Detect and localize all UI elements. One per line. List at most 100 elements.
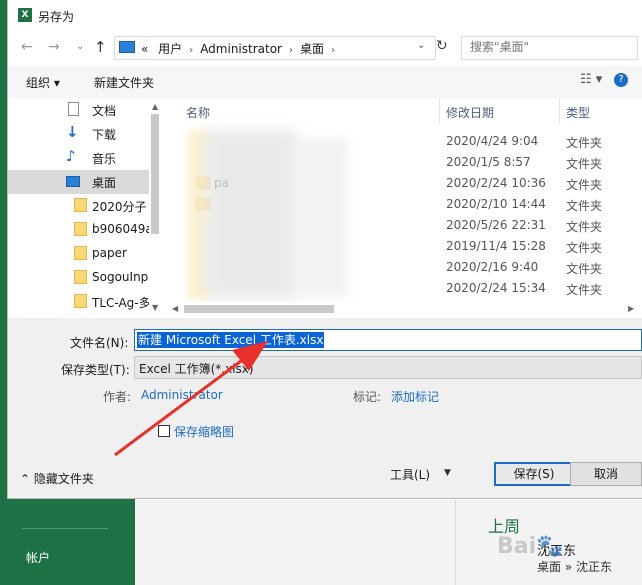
save-thumbnail-checkbox[interactable] xyxy=(158,425,170,437)
nav-item-folder[interactable]: 2020分子 xyxy=(8,194,158,218)
scroll-left-icon[interactable]: ◀ xyxy=(172,304,178,313)
search-input[interactable] xyxy=(462,37,620,57)
nav-item-label: b906049a xyxy=(92,222,153,236)
filetype-value: Excel 工作簿(*.xlsx) xyxy=(139,362,254,376)
blurred-file-names xyxy=(298,138,348,298)
hide-folders-toggle[interactable]: ⌃ 隐藏文件夹 xyxy=(20,470,94,487)
download-icon: ↓ xyxy=(66,123,79,141)
account-link[interactable]: 帐户 xyxy=(26,549,50,566)
refresh-icon[interactable]: ↻ xyxy=(436,38,448,54)
breadcrumb-desktop[interactable]: 桌面 xyxy=(300,42,324,56)
back-arrow-icon[interactable]: ← xyxy=(21,39,33,55)
nav-item-folder[interactable]: b906049a xyxy=(8,218,158,242)
nav-item-music[interactable]: ♪ 音乐 xyxy=(8,146,158,170)
breadcrumb-administrator[interactable]: Administrator xyxy=(200,42,282,56)
folder-icon xyxy=(74,246,87,260)
horizontal-scroll-thumb[interactable] xyxy=(184,305,334,313)
column-divider[interactable] xyxy=(439,98,440,124)
sidebar-divider xyxy=(22,528,108,529)
save-button[interactable]: 保存(S) xyxy=(494,462,574,486)
file-type: 文件夹 xyxy=(566,262,603,276)
file-type: 文件夹 xyxy=(566,136,603,150)
file-date: 2020/2/10 14:44 xyxy=(446,197,546,211)
save-as-dialog: X 另存为 ← → ⌄ ↑ « 用户 › Administrator › 桌面 › ⌄ ↻… xyxy=(8,0,642,498)
column-header-date[interactable]: 修改日期 xyxy=(446,104,494,121)
music-icon: ♪ xyxy=(66,147,76,165)
tools-label: 工具(L) xyxy=(390,468,431,482)
blurred-file-names xyxy=(204,130,298,300)
nav-item-downloads[interactable]: ↓ 下载 xyxy=(8,122,158,146)
document-icon xyxy=(68,102,79,116)
save-thumbnail-label[interactable]: 保存缩略图 xyxy=(174,423,234,440)
filename-field[interactable]: 新建 Microsoft Excel 工作表.xlsx xyxy=(134,329,642,351)
add-tags-link[interactable]: 添加标记 xyxy=(391,388,439,405)
file-date: 2020/4/24 9:04 xyxy=(446,134,539,148)
file-type: 文件夹 xyxy=(566,178,603,192)
nav-scroll-thumb[interactable] xyxy=(151,114,159,234)
scroll-down-icon[interactable]: ▼ xyxy=(152,303,158,312)
title-bar[interactable]: X 另存为 xyxy=(8,0,642,32)
folder-icon xyxy=(74,270,87,284)
nav-item-documents[interactable]: 文档 xyxy=(8,98,158,122)
breadcrumb-overflow[interactable]: « xyxy=(141,42,148,56)
navigation-pane: 文档 ↓ 下载 ♪ 音乐 桌面 2020分子 b906049a paper So… xyxy=(8,98,158,316)
file-type: 文件夹 xyxy=(566,283,603,297)
scroll-right-icon[interactable]: ▶ xyxy=(628,304,634,313)
address-bar[interactable]: « 用户 › Administrator › 桌面 › ⌄ xyxy=(114,36,436,60)
breadcrumb-separator-icon[interactable]: › xyxy=(189,45,193,56)
recent-item-path: 桌面 » 沈正东 xyxy=(537,560,612,574)
desktop-icon xyxy=(66,176,80,187)
forward-arrow-icon[interactable]: → xyxy=(48,39,60,55)
new-folder-button[interactable]: 新建文件夹 xyxy=(94,74,154,91)
horizontal-scrollbar[interactable]: ◀ ▶ xyxy=(168,302,642,316)
nav-item-label: SogouInp xyxy=(92,270,149,284)
recent-locations-chevron-icon[interactable]: ⌄ xyxy=(76,41,84,52)
filetype-label: 保存类型(T): xyxy=(61,363,130,377)
search-box[interactable] xyxy=(461,36,638,60)
file-type: 文件夹 xyxy=(566,157,603,171)
nav-item-desktop[interactable]: 桌面 xyxy=(8,170,158,194)
nav-item-folder[interactable]: paper xyxy=(8,242,158,266)
tools-button[interactable]: 工具(L) ▼ xyxy=(380,462,470,486)
nav-item-label: TLC-Ag-多 xyxy=(92,296,151,310)
address-dropdown-chevron-icon[interactable]: ⌄ xyxy=(417,40,425,51)
column-header-type[interactable]: 类型 xyxy=(566,104,590,121)
column-divider[interactable] xyxy=(559,98,560,124)
nav-item-label: 文档 xyxy=(92,104,117,118)
breadcrumb-separator-icon[interactable]: › xyxy=(331,45,335,56)
up-arrow-icon[interactable]: ↑ xyxy=(94,38,107,56)
file-date: 2020/1/5 8:57 xyxy=(446,155,531,169)
file-type: 文件夹 xyxy=(566,220,603,234)
nav-item-folder[interactable]: SogouInp xyxy=(8,266,158,290)
file-date: 2019/11/4 15:28 xyxy=(446,239,546,253)
filetype-select[interactable]: Excel 工作簿(*.xlsx) xyxy=(134,356,642,379)
nav-item-label: paper xyxy=(92,246,127,260)
scroll-up-icon[interactable]: ▲ xyxy=(152,102,158,111)
nav-item-folder[interactable]: TLC-Ag-多 xyxy=(8,290,158,314)
nav-item-label: 音乐 xyxy=(92,152,117,166)
breadcrumb-users[interactable]: 用户 xyxy=(158,42,182,56)
nav-item-label: 2020分子 xyxy=(92,200,147,214)
hide-folders-label: 隐藏文件夹 xyxy=(33,472,94,486)
breadcrumb-separator-icon[interactable]: › xyxy=(289,45,293,56)
view-options-icon[interactable]: ☷ ▾ xyxy=(580,72,602,87)
filename-value[interactable]: 新建 Microsoft Excel 工作表.xlsx xyxy=(137,332,325,348)
organize-button[interactable]: 组织 ▾ xyxy=(26,74,60,91)
folder-icon xyxy=(74,294,87,308)
file-type: 文件夹 xyxy=(566,241,603,255)
author-value[interactable]: Administrator xyxy=(141,388,223,402)
folder-icon xyxy=(74,222,87,236)
file-date: 2020/2/24 10:36 xyxy=(446,176,546,190)
nav-item-label: 桌面 xyxy=(92,176,117,190)
column-header-name[interactable]: 名称 xyxy=(186,104,210,121)
breadcrumb[interactable]: « 用户 › Administrator › 桌面 › xyxy=(141,40,342,57)
tags-label: 标记: xyxy=(353,390,382,404)
desktop-location-icon xyxy=(119,41,135,53)
help-icon[interactable]: ? xyxy=(614,73,628,87)
dialog-title: 另存为 xyxy=(38,10,75,24)
dropdown-arrow-icon: ▼ xyxy=(444,468,451,478)
file-date: 2020/2/16 9:40 xyxy=(446,260,539,274)
filename-label: 文件名(N): xyxy=(70,336,129,350)
cancel-button[interactable]: 取消 xyxy=(570,462,642,486)
panel-divider xyxy=(455,500,456,585)
